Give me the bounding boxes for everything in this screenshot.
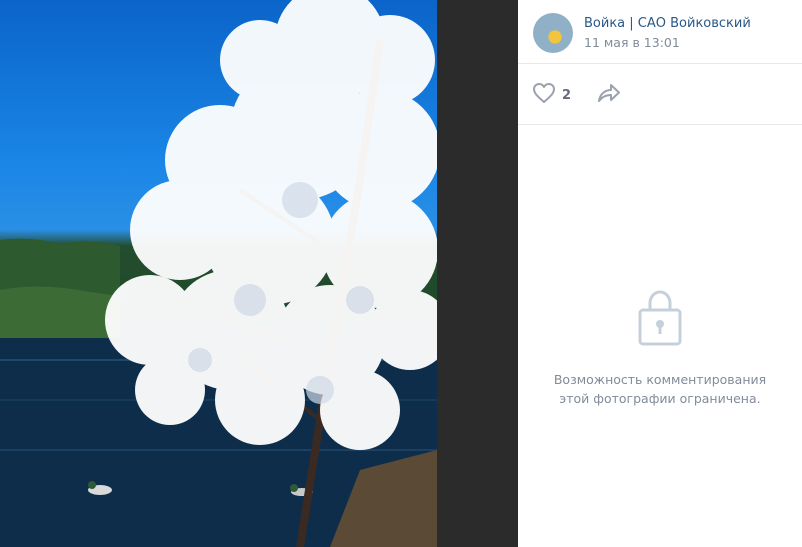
post-sidebar: Войка | САО Войковский 11 мая в 13:01 2	[518, 0, 802, 547]
photo-viewer: Войка | САО Войковский 11 мая в 13:01 2	[0, 0, 802, 547]
avatar[interactable]	[533, 13, 573, 53]
like-count: 2	[562, 87, 572, 103]
post-actions: 2	[518, 64, 802, 125]
author-link[interactable]: Войка | САО Войковский	[584, 16, 751, 31]
photo-image	[0, 0, 437, 547]
heart-icon	[532, 82, 556, 108]
post-header: Войка | САО Войковский 11 мая в 13:01	[518, 0, 802, 64]
restricted-message: Возможность комментирования этой фотогра…	[553, 372, 767, 406]
photo[interactable]	[0, 0, 437, 547]
lock-icon	[518, 288, 802, 350]
post-date[interactable]: 11 мая в 13:01	[584, 35, 680, 50]
share-button[interactable]	[596, 82, 622, 108]
photo-area	[0, 0, 518, 547]
comments-restricted: Возможность комментирования этой фотогра…	[518, 288, 802, 408]
like-button[interactable]: 2	[532, 82, 571, 108]
share-arrow-icon	[596, 84, 622, 108]
